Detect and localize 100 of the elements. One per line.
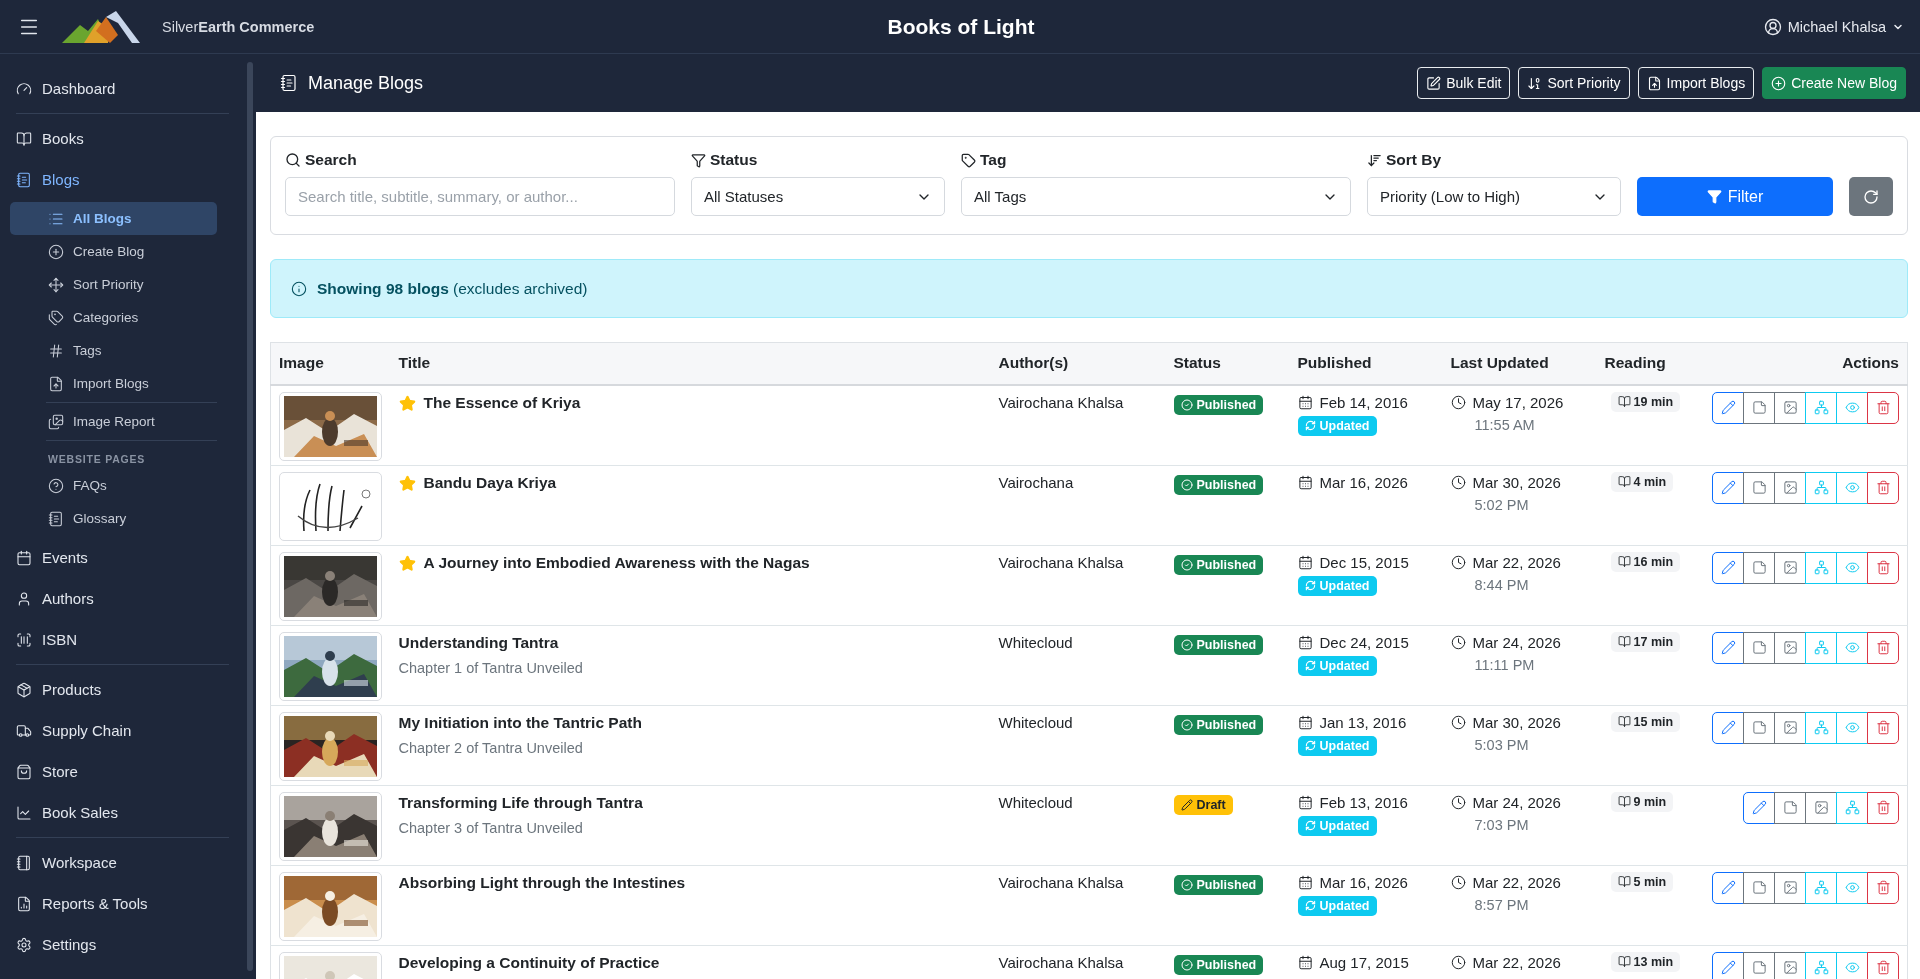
image-button[interactable]: [1774, 391, 1806, 424]
header-button[interactable]: Sort Priority: [1518, 67, 1630, 99]
sidebar-subitem[interactable]: Tags: [10, 334, 217, 367]
eye-icon: [1844, 480, 1860, 495]
edit-button[interactable]: [1712, 711, 1744, 744]
edit-button[interactable]: [1712, 391, 1744, 424]
user-menu[interactable]: Michael Khalsa: [1763, 17, 1904, 36]
sidebar-item[interactable]: Products: [10, 669, 229, 710]
blog-title[interactable]: My Initiation into the Tantric Path: [398, 713, 642, 732]
preview-button[interactable]: [1836, 471, 1868, 504]
header-button[interactable]: Bulk Edit: [1417, 67, 1511, 99]
create-button[interactable]: Create New Blog: [1762, 67, 1906, 99]
preview-button[interactable]: [1836, 631, 1868, 664]
image-button[interactable]: [1774, 551, 1806, 584]
sidebar-item[interactable]: Books: [10, 118, 229, 159]
image-button[interactable]: [1805, 791, 1837, 824]
note-button[interactable]: [1774, 791, 1806, 824]
note-button[interactable]: [1743, 631, 1775, 664]
eye-icon: [1844, 400, 1860, 415]
sidebar-item[interactable]: Supply Chain: [10, 710, 229, 751]
image-button[interactable]: [1774, 471, 1806, 504]
blog-title[interactable]: Absorbing Light through the Intestines: [398, 873, 686, 892]
sidebar-item[interactable]: Reports & Tools: [10, 883, 229, 924]
image-icon: [1782, 640, 1798, 655]
blog-title[interactable]: Understanding Tantra: [398, 633, 559, 652]
hierarchy-button[interactable]: [1836, 791, 1868, 824]
sidebar-subitem[interactable]: Image Report: [10, 405, 217, 438]
author-name: Vairochana Khalsa: [998, 872, 1124, 891]
edit-button[interactable]: [1712, 631, 1744, 664]
search-field[interactable]: Search title, subtitle, summary, or author...: [285, 177, 675, 216]
preview-button[interactable]: [1836, 551, 1868, 584]
eye-icon: [1844, 640, 1860, 655]
tag-select[interactable]: All Tags: [961, 177, 1351, 216]
sidebar-subitem[interactable]: Sort Priority: [10, 268, 217, 301]
sidebar-item[interactable]: Store: [10, 751, 229, 792]
calendar-icon: [1297, 474, 1313, 490]
sidebar-item[interactable]: Blogs: [10, 159, 229, 200]
notebook-icon: [16, 854, 32, 871]
field-label: Sort By: [1367, 151, 1621, 169]
image-button[interactable]: [1774, 871, 1806, 904]
sidebar-subitem[interactable]: All Blogs: [10, 202, 217, 235]
edit-button[interactable]: [1712, 951, 1744, 979]
sidebar-item[interactable]: Workspace: [10, 842, 229, 883]
edit-button[interactable]: [1712, 551, 1744, 584]
sidebar-item[interactable]: Settings: [10, 924, 229, 965]
sidebar-item[interactable]: Book Sales: [10, 792, 229, 833]
edit-button[interactable]: [1712, 471, 1744, 504]
sidebar-item[interactable]: Events: [10, 537, 229, 578]
truck-icon: [16, 722, 32, 739]
chart-icon: [16, 804, 32, 821]
blog-title[interactable]: Transforming Life through Tantra: [398, 793, 643, 812]
sidebar-subitem[interactable]: Categories: [10, 301, 217, 334]
scrollbar[interactable]: [247, 62, 253, 971]
delete-button[interactable]: [1867, 711, 1899, 744]
note-button[interactable]: [1743, 471, 1775, 504]
sidebar-item[interactable]: Authors: [10, 578, 229, 619]
note-icon: [1751, 720, 1767, 735]
delete-button[interactable]: [1867, 791, 1899, 824]
image-button[interactable]: [1774, 711, 1806, 744]
hash-icon: [48, 342, 64, 359]
blog-title[interactable]: Developing a Continuity of Practice: [398, 953, 660, 972]
edit-button[interactable]: [1712, 871, 1744, 904]
note-button[interactable]: [1743, 711, 1775, 744]
blog-title[interactable]: A Journey into Embodied Awareness with the Nagas: [423, 553, 810, 572]
column-header: Image: [270, 342, 391, 385]
delete-button[interactable]: [1867, 631, 1899, 664]
sidebar-item[interactable]: ISBN: [10, 619, 229, 660]
delete-button[interactable]: [1867, 951, 1899, 979]
preview-button[interactable]: [1836, 711, 1868, 744]
delete-button[interactable]: [1867, 391, 1899, 424]
delete-button[interactable]: [1867, 551, 1899, 584]
delete-button[interactable]: [1867, 871, 1899, 904]
user-avatar-icon: [1763, 17, 1782, 36]
note-button[interactable]: [1743, 871, 1775, 904]
note-button[interactable]: [1743, 951, 1775, 979]
edit-button[interactable]: [1743, 791, 1775, 824]
hierarchy-icon: [1813, 640, 1829, 655]
status-select[interactable]: All Statuses: [691, 177, 945, 216]
sidebar-subitem[interactable]: FAQs: [10, 469, 229, 502]
image-button[interactable]: [1774, 631, 1806, 664]
header-button[interactable]: Import Blogs: [1637, 67, 1755, 99]
preview-button[interactable]: [1836, 391, 1868, 424]
blog-title[interactable]: Bandu Daya Kriya: [423, 473, 557, 492]
sidebar-subitem[interactable]: Glossary: [10, 502, 229, 535]
reset-button[interactable]: [1849, 177, 1893, 216]
sidebar-subitem[interactable]: Create Blog: [10, 235, 217, 268]
sort-select[interactable]: Priority (Low to High): [1367, 177, 1621, 216]
note-button[interactable]: [1743, 391, 1775, 424]
delete-button[interactable]: [1867, 471, 1899, 504]
move-icon: [48, 276, 64, 293]
blog-title[interactable]: The Essence of Kriya: [423, 393, 581, 412]
preview-button[interactable]: [1836, 871, 1868, 904]
sidebar-item[interactable]: Dashboard: [10, 68, 229, 109]
check-circle-icon: [1180, 478, 1193, 491]
note-button[interactable]: [1743, 551, 1775, 584]
author-name: Whitecloud: [998, 792, 1073, 811]
status-badge: Draft: [1173, 794, 1233, 815]
tags-icon: [48, 309, 64, 326]
filter-button[interactable]: Filter: [1637, 177, 1833, 216]
sidebar-subitem[interactable]: Import Blogs: [10, 367, 217, 400]
